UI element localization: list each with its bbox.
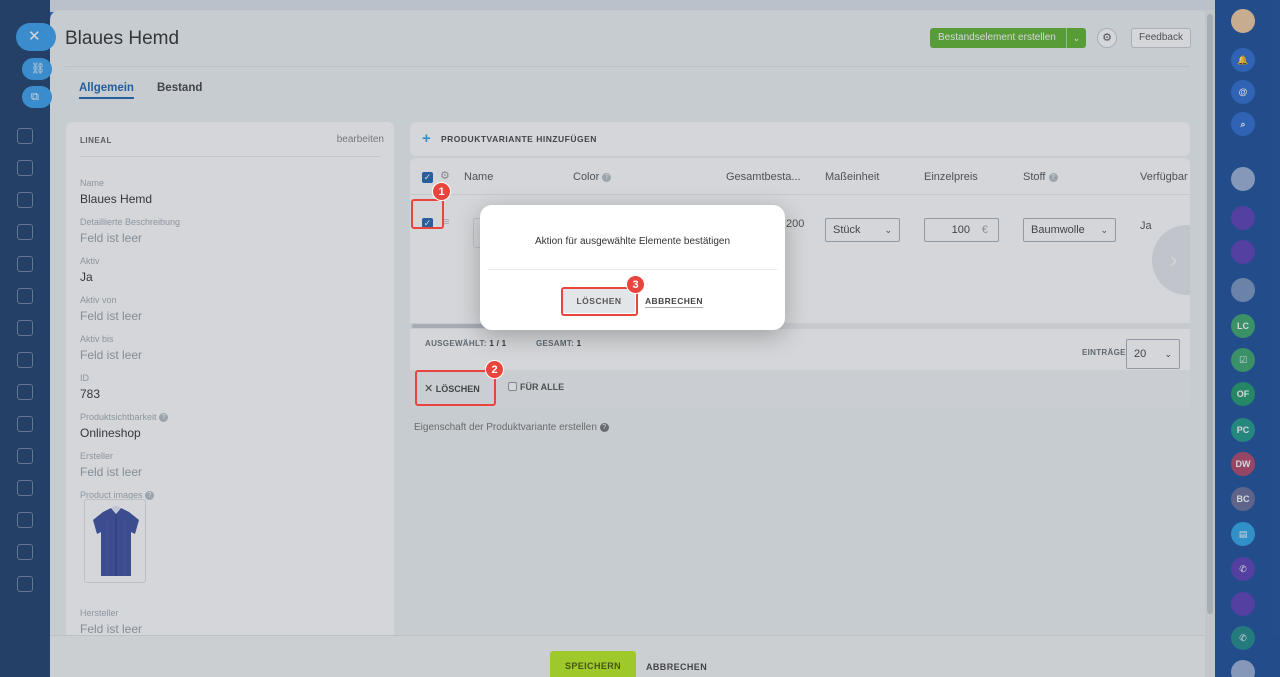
annotation-badge: 2 [485, 360, 504, 379]
annotation-highlight [561, 287, 638, 316]
annotation-badge: 1 [432, 182, 451, 201]
annotation-highlight [411, 199, 444, 229]
modal-overlay [0, 0, 1280, 677]
confirm-message: Aktion für ausgewählte Elemente bestätig… [534, 236, 731, 247]
annotation-badge: 3 [626, 275, 645, 294]
annotation-highlight [415, 370, 496, 406]
confirm-cancel-button[interactable]: ABBRECHEN [645, 296, 703, 308]
divider [488, 269, 777, 270]
